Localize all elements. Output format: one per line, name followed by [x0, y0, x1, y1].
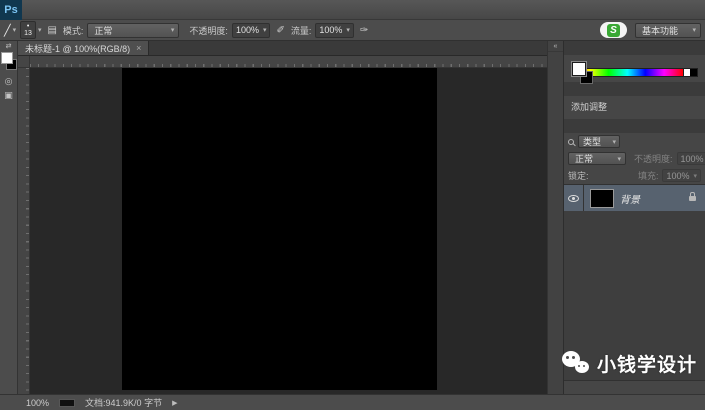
main-area: ⇄ ◎ ▣ 未标题-1 @ 100%(RGB/8) × «: [0, 41, 705, 394]
title-bar: Ps: [0, 0, 705, 20]
spectrum-black[interactable]: [690, 69, 697, 76]
watermark-text: 小钱学设计: [597, 350, 697, 377]
chevron-down-icon: ▾: [612, 138, 616, 146]
opacity-label: 不透明度:: [189, 24, 228, 37]
tool-preset-picker[interactable]: ╱ ▾: [4, 24, 16, 37]
brush-size-value: 13: [24, 30, 32, 37]
pasteboard[interactable]: [30, 68, 547, 394]
flow-input[interactable]: 100% ▾: [315, 23, 354, 38]
collapsed-panel-dock: «: [547, 41, 563, 394]
ime-toolbar: S: [600, 22, 627, 38]
ruler-origin[interactable]: [18, 56, 30, 68]
status-bar: 100% 文档:941.9K/0 字节 ▶: [0, 394, 705, 410]
layer-lock-icon: [689, 196, 696, 201]
layer-blend-row: 正常 ▾ 不透明度: 100% ▾: [564, 150, 705, 167]
zoom-level-field[interactable]: 100%: [26, 398, 49, 408]
layer-filter-value: 类型: [583, 135, 601, 148]
document-tab-bar: 未标题-1 @ 100%(RGB/8) ×: [18, 41, 547, 56]
vertical-ruler[interactable]: [18, 68, 30, 394]
color-panel: [564, 41, 705, 82]
document-tab[interactable]: 未标题-1 @ 100%(RGB/8) ×: [18, 41, 149, 55]
document-title: 未标题-1 @ 100%(RGB/8): [25, 42, 130, 55]
layer-opacity-value: 100%: [681, 154, 704, 164]
opacity-input[interactable]: 100% ▾: [232, 23, 271, 38]
chevron-down-icon: ▾: [13, 26, 17, 34]
brush-tool-icon: ╱: [4, 24, 11, 37]
options-bar: ╱ ▾ • 13 ▾ ▤ 模式: 正常 ▾ 不透明度: 100% ▾ ✐ 流量:…: [0, 20, 705, 41]
layer-thumbnail[interactable]: [590, 189, 614, 208]
color-swatches: [0, 52, 17, 74]
layer-blend-value: 正常: [575, 152, 593, 165]
sogou-logo[interactable]: S: [607, 24, 620, 37]
adjustments-header: 添加调整: [568, 98, 701, 116]
layer-opacity-label: 不透明度:: [634, 152, 673, 165]
lock-label: 锁定:: [568, 169, 589, 182]
screen-mode-button[interactable]: ▣: [0, 88, 17, 102]
chevron-down-icon: ▾: [38, 26, 42, 34]
color-panel-tabs: [564, 41, 705, 55]
workspace-value: 基本功能: [642, 24, 678, 37]
canvas[interactable]: [122, 68, 437, 390]
chevron-down-icon: ▾: [346, 26, 350, 34]
layers-bottom-bar: [564, 381, 705, 394]
color-panel-body: [564, 55, 705, 82]
layer-visibility-toggle[interactable]: [564, 185, 584, 211]
adjustments-panel-tabs: [564, 82, 705, 96]
layer-fill-value: 100%: [666, 171, 689, 181]
eye-icon: [568, 195, 579, 202]
chevron-down-icon: ▾: [617, 155, 621, 163]
panel-column: 添加调整 类型 ▾ 正常 ▾ 不透明度:: [563, 41, 705, 394]
swap-colors-icon[interactable]: ⇄: [0, 42, 17, 51]
layers-panel-tabs: [564, 119, 705, 133]
status-arrow-icon[interactable]: ▶: [172, 399, 177, 407]
photoshop-logo: Ps: [0, 0, 22, 20]
document-content: [18, 68, 547, 394]
expand-panels-icon[interactable]: «: [548, 41, 563, 52]
panel-foreground-swatch[interactable]: [572, 62, 586, 76]
spectrum-white[interactable]: [683, 69, 690, 76]
layer-filter-select[interactable]: 类型 ▾: [578, 135, 620, 148]
close-tab-icon[interactable]: ×: [136, 43, 141, 53]
fill-label: 填充:: [638, 169, 659, 182]
search-icon: [568, 139, 574, 145]
blend-mode-value: 正常: [94, 24, 112, 37]
layer-filter-row: 类型 ▾: [564, 133, 705, 150]
layer-row-background[interactable]: 背景: [564, 185, 705, 211]
watermark: 小钱学设计: [562, 350, 697, 377]
toggle-brush-panel-icon[interactable]: ▤: [45, 25, 58, 36]
document-area: 未标题-1 @ 100%(RGB/8) ×: [18, 41, 547, 394]
chevron-down-icon: ▾: [693, 172, 697, 180]
quick-mask-button[interactable]: ◎: [0, 74, 17, 88]
layer-fill-input[interactable]: 100% ▾: [662, 169, 701, 182]
top-ruler-row: [18, 56, 547, 68]
blend-mode-select[interactable]: 正常 ▾: [87, 23, 179, 38]
adjustments-panel: 添加调整: [564, 82, 705, 119]
adjustments-body: 添加调整: [564, 96, 705, 119]
status-color-box: [59, 399, 75, 407]
mode-label: 模式:: [63, 24, 84, 37]
chevron-down-icon: ▾: [263, 26, 267, 34]
opacity-value: 100%: [236, 25, 259, 35]
flow-label: 流量:: [291, 24, 312, 37]
layer-blend-select[interactable]: 正常 ▾: [568, 152, 626, 165]
layer-lock-row: 锁定: 填充: 100% ▾: [564, 167, 705, 184]
brush-dot-icon: •: [27, 23, 29, 30]
brush-size-picker[interactable]: • 13 ▾: [20, 21, 41, 39]
workspace-select[interactable]: 基本功能 ▾: [635, 23, 701, 38]
layer-opacity-input[interactable]: 100% ▾: [677, 152, 705, 165]
tools-panel: ⇄ ◎ ▣: [0, 41, 18, 394]
brush-preview: • 13: [20, 21, 36, 39]
layer-name[interactable]: 背景: [620, 191, 640, 206]
airbrush-icon[interactable]: ✑: [358, 25, 370, 36]
horizontal-ruler[interactable]: [30, 56, 547, 68]
pressure-opacity-icon[interactable]: ✐: [274, 25, 286, 36]
chevron-down-icon: ▾: [171, 26, 175, 34]
flow-value: 100%: [319, 25, 342, 35]
foreground-color-swatch[interactable]: [1, 52, 13, 64]
wechat-icon: [562, 351, 592, 377]
chevron-down-icon: ▾: [692, 26, 696, 34]
document-size-info[interactable]: 文档:941.9K/0 字节: [85, 396, 162, 409]
